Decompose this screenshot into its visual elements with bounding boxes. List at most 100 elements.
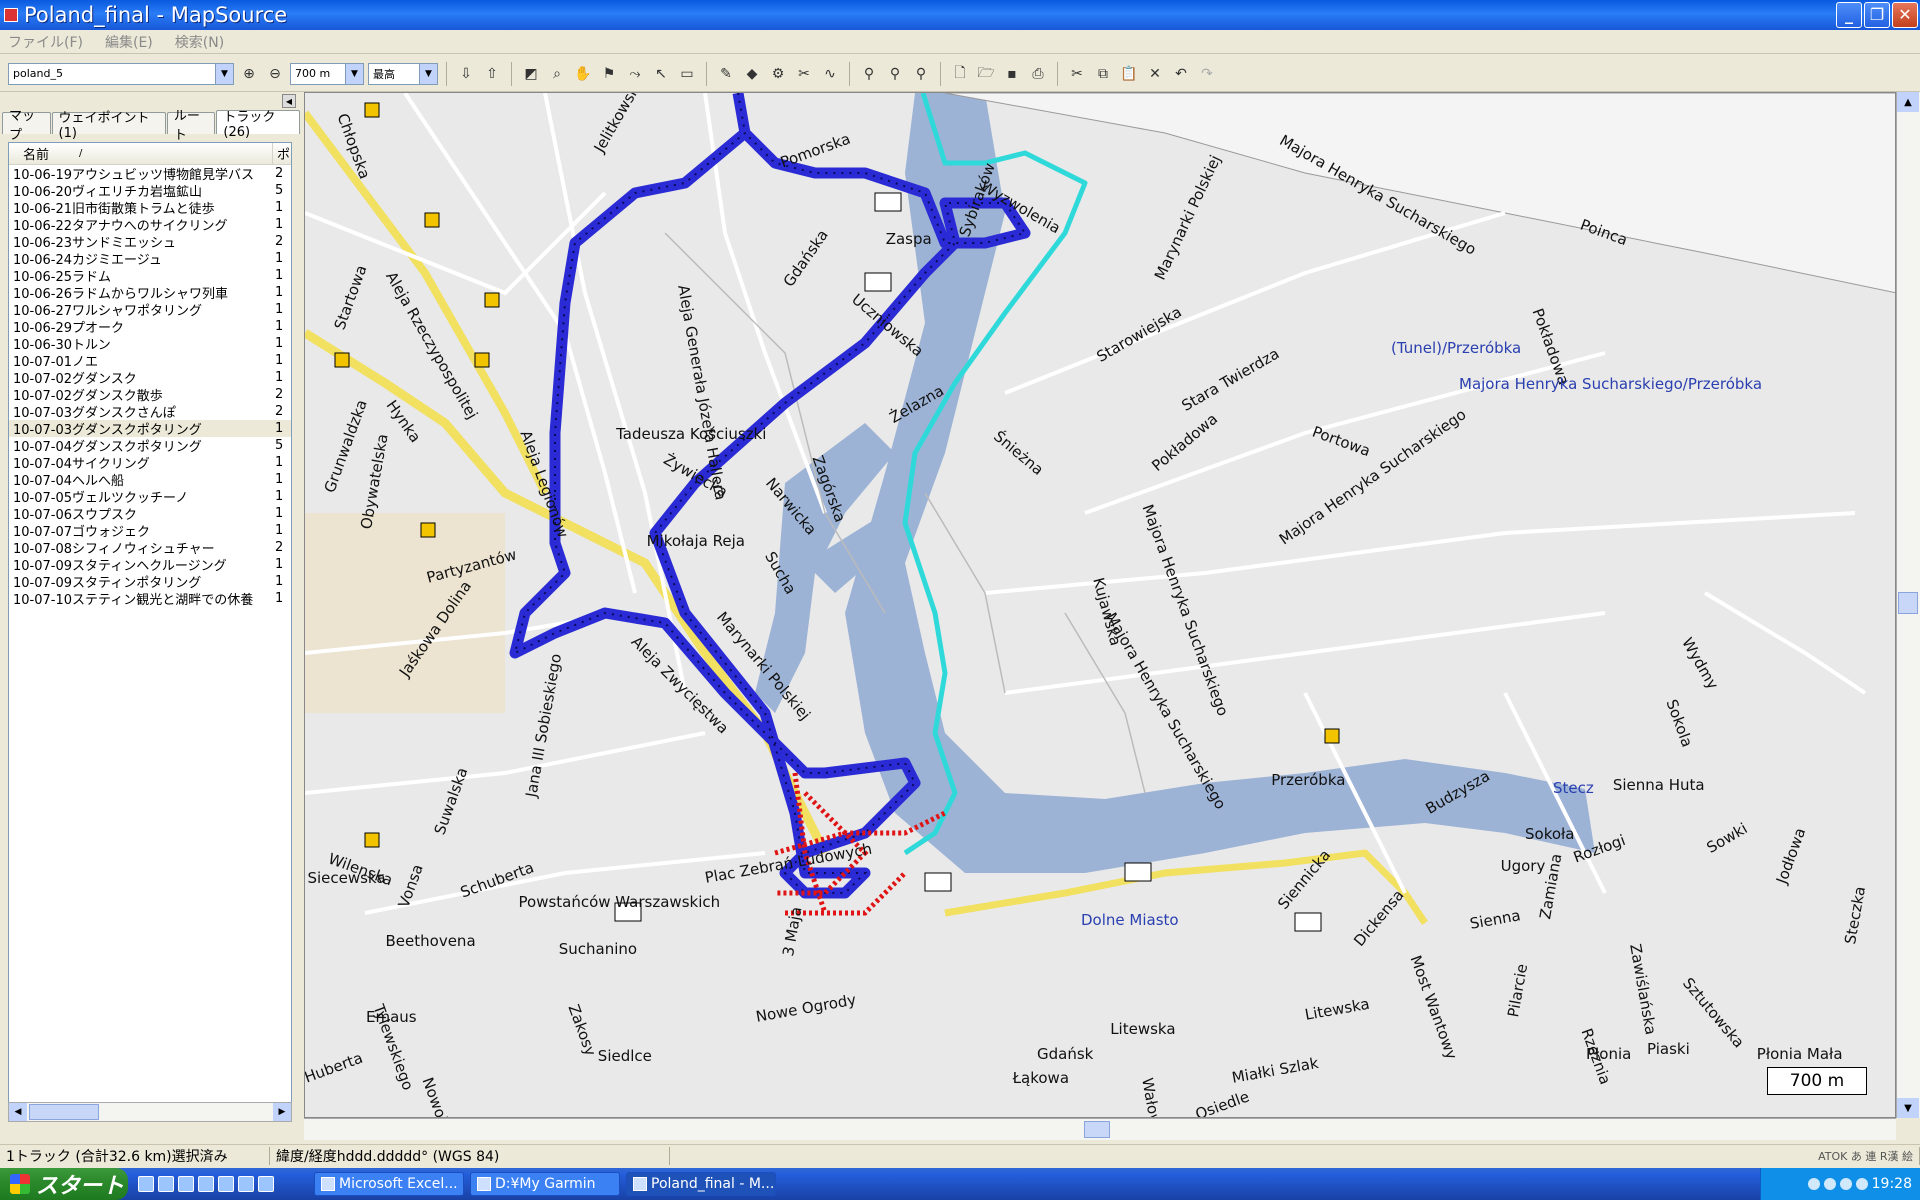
paste-icon[interactable]: 📋 bbox=[1118, 62, 1140, 86]
copy-icon[interactable]: ⧉ bbox=[1092, 62, 1114, 86]
tab-waypoints[interactable]: ウェイポイント (1) bbox=[51, 111, 166, 141]
tray-icon[interactable] bbox=[1807, 1178, 1820, 1190]
track-row[interactable]: 10-06-29プオーク 1 bbox=[9, 318, 291, 336]
eraser-tool-icon[interactable]: ◆ bbox=[741, 62, 763, 86]
detail-level-select[interactable]: 最高 ▼ bbox=[368, 62, 438, 85]
zoom-out-icon[interactable]: ⊖ bbox=[264, 62, 286, 86]
join-tool-icon[interactable]: ∿ bbox=[819, 62, 841, 86]
find-address-icon[interactable]: ⚲ bbox=[910, 62, 932, 86]
track-row[interactable]: 10-07-08シフィノウィシュチャー 2 bbox=[9, 539, 291, 557]
scroll-left-icon[interactable]: ◀ bbox=[9, 1103, 27, 1121]
track-row[interactable]: 10-06-25ラドム 1 bbox=[9, 267, 291, 285]
waypoint-tool-icon[interactable]: ⚑ bbox=[598, 62, 620, 86]
pencil-tool-icon[interactable]: ✎ bbox=[715, 62, 737, 86]
track-tool-icon[interactable]: ⚙ bbox=[767, 62, 789, 86]
menu-file[interactable]: ファイル(F) bbox=[8, 32, 83, 52]
hand-tool-icon[interactable]: ✋ bbox=[572, 62, 594, 86]
ie-icon[interactable] bbox=[158, 1176, 174, 1192]
excel-icon[interactable] bbox=[138, 1176, 154, 1192]
new-file-icon[interactable]: 🗋 bbox=[949, 62, 971, 86]
tab-maps[interactable]: マップ bbox=[2, 109, 51, 143]
track-row[interactable]: 10-07-01ノエ 1 bbox=[9, 352, 291, 370]
track-row[interactable]: 10-06-19アウシュビッツ博物館見学バス 2 bbox=[9, 165, 291, 183]
column-points-header[interactable]: ポ bbox=[273, 144, 290, 163]
cut-icon[interactable]: ✂ bbox=[1066, 62, 1088, 86]
distance-tool-icon[interactable]: ▭ bbox=[676, 62, 698, 86]
track-row[interactable]: 10-07-02グダンスク 1 bbox=[9, 369, 291, 387]
track-row[interactable]: 10-07-02グダンスク散歩 2 bbox=[9, 386, 291, 404]
track-list-hscrollbar[interactable]: ◀ ▶ bbox=[8, 1102, 292, 1122]
track-list[interactable]: 名前 / ポ 10-06-19アウシュビッツ博物館見学バス 2 10-06-20ヴィ… bbox=[8, 142, 292, 1122]
map-view[interactable]: Jelitkowski Dwór Chłopska Startowa Aleja Rz… bbox=[304, 92, 1896, 1118]
menu-edit[interactable]: 編集(E) bbox=[105, 32, 153, 52]
scroll-up-icon[interactable]: ▲ bbox=[1897, 92, 1919, 112]
track-row[interactable]: 10-06-21旧市街散策トラムと徒歩 1 bbox=[9, 199, 291, 217]
track-row[interactable]: 10-07-07ゴウォジェク 1 bbox=[9, 522, 291, 540]
zoom-level-select[interactable]: 700 m ▼ bbox=[290, 62, 364, 85]
receive-from-device-icon[interactable]: ⇩ bbox=[455, 62, 477, 86]
column-name-header[interactable]: 名前 / bbox=[9, 143, 273, 164]
map-vscrollbar[interactable]: ▲ ▼ bbox=[1896, 92, 1920, 1118]
close-button[interactable]: ✕ bbox=[1892, 2, 1918, 28]
clock[interactable]: 19:28 bbox=[1872, 1176, 1912, 1192]
tray-icon[interactable] bbox=[1855, 1178, 1868, 1190]
firefox-icon[interactable] bbox=[238, 1176, 254, 1192]
track-row[interactable]: 10-07-04ヘルへ船 1 bbox=[9, 471, 291, 489]
track-row[interactable]: 10-06-30トルン 1 bbox=[9, 335, 291, 353]
divide-tool-icon[interactable]: ✂ bbox=[793, 62, 815, 86]
print-icon[interactable]: ⎙ bbox=[1027, 62, 1049, 86]
track-row[interactable]: 10-07-06スウプスク 1 bbox=[9, 505, 291, 523]
scroll-down-icon[interactable]: ▼ bbox=[1897, 1098, 1919, 1118]
track-row[interactable]: 10-06-26ラドムからワルシャワ列車 1 bbox=[9, 284, 291, 302]
explorer-icon[interactable] bbox=[218, 1176, 234, 1192]
find-near-icon[interactable]: ⚲ bbox=[884, 62, 906, 86]
track-row[interactable]: 10-06-24カジミエージュ 1 bbox=[9, 250, 291, 268]
scroll-thumb[interactable] bbox=[1898, 592, 1918, 614]
chevron-down-icon[interactable]: ▼ bbox=[215, 63, 233, 84]
tab-tracks[interactable]: トラック(26) bbox=[216, 110, 300, 140]
minimize-button[interactable]: _ bbox=[1836, 2, 1862, 28]
find-icon[interactable]: ⚲ bbox=[858, 62, 880, 86]
chevron-down-icon[interactable]: ▼ bbox=[419, 63, 437, 84]
delete-icon[interactable]: ✕ bbox=[1144, 62, 1166, 86]
save-icon[interactable]: ▪ bbox=[1001, 62, 1023, 86]
track-row[interactable]: 10-06-20ヴィエリチカ岩塩鉱山 5 bbox=[9, 182, 291, 200]
route-tool-icon[interactable]: ⤳ bbox=[624, 62, 646, 86]
map-hscrollbar[interactable] bbox=[304, 1118, 1896, 1140]
track-row[interactable]: 10-07-09スタティンポタリング 1 bbox=[9, 573, 291, 591]
desktop-icon[interactable] bbox=[178, 1176, 194, 1192]
track-row[interactable]: 10-07-04サイクリング 1 bbox=[9, 454, 291, 472]
chevron-down-icon[interactable]: ▼ bbox=[345, 63, 363, 84]
menu-search[interactable]: 検索(N) bbox=[175, 32, 224, 52]
tray-icon[interactable] bbox=[1839, 1178, 1852, 1190]
word-icon[interactable] bbox=[198, 1176, 214, 1192]
map-tool-icon[interactable]: ◩ bbox=[520, 62, 542, 86]
undo-icon[interactable]: ↶ bbox=[1170, 62, 1192, 86]
scroll-thumb[interactable] bbox=[1084, 1121, 1110, 1138]
task-explorer[interactable]: D:¥My Garmin bbox=[470, 1172, 620, 1196]
ime-status[interactable]: ATOK あ 連 R漢 絵 bbox=[1812, 1146, 1920, 1165]
task-excel[interactable]: Microsoft Excel... bbox=[314, 1172, 464, 1196]
task-mapsource[interactable]: Poland_final - M... bbox=[626, 1172, 776, 1196]
map-product-select[interactable]: poland_5 ▼ bbox=[8, 62, 234, 85]
track-row[interactable]: 10-06-27ワルシャワポタリング 1 bbox=[9, 301, 291, 319]
open-file-icon[interactable]: 🗁 bbox=[975, 62, 997, 86]
tray-icon[interactable] bbox=[1823, 1178, 1836, 1190]
app-icon[interactable] bbox=[4, 8, 18, 22]
track-row[interactable]: 10-06-23サンドミエッシュ 2 bbox=[9, 233, 291, 251]
zoom-in-icon[interactable]: ⊕ bbox=[238, 62, 260, 86]
track-row[interactable]: 10-07-04グダンスクポタリング 5 bbox=[9, 437, 291, 455]
track-row[interactable]: 10-07-03グダンスクさんぽ 2 bbox=[9, 403, 291, 421]
select-tool-icon[interactable]: ↖ bbox=[650, 62, 672, 86]
title-bar[interactable]: Poland_final - MapSource _ ❐ ✕ bbox=[0, 0, 1920, 30]
track-row[interactable]: 10-06-22タアナウへのサイクリング 1 bbox=[9, 216, 291, 234]
restore-button[interactable]: ❐ bbox=[1864, 2, 1890, 28]
tab-routes[interactable]: ルート bbox=[166, 109, 216, 143]
media-icon[interactable] bbox=[258, 1176, 274, 1192]
scroll-thumb[interactable] bbox=[29, 1104, 99, 1120]
track-row[interactable]: 10-07-09スタティンヘクルージング 1 bbox=[9, 556, 291, 574]
track-row[interactable]: 10-07-05ヴェルツクッチーノ 1 bbox=[9, 488, 291, 506]
zoom-tool-icon[interactable]: ⌕ bbox=[546, 62, 568, 86]
track-row[interactable]: 10-07-10ステティン観光と湖畔での休養 1 bbox=[9, 590, 291, 608]
track-row[interactable]: 10-07-03グダンスクポタリング 1 bbox=[9, 420, 291, 438]
